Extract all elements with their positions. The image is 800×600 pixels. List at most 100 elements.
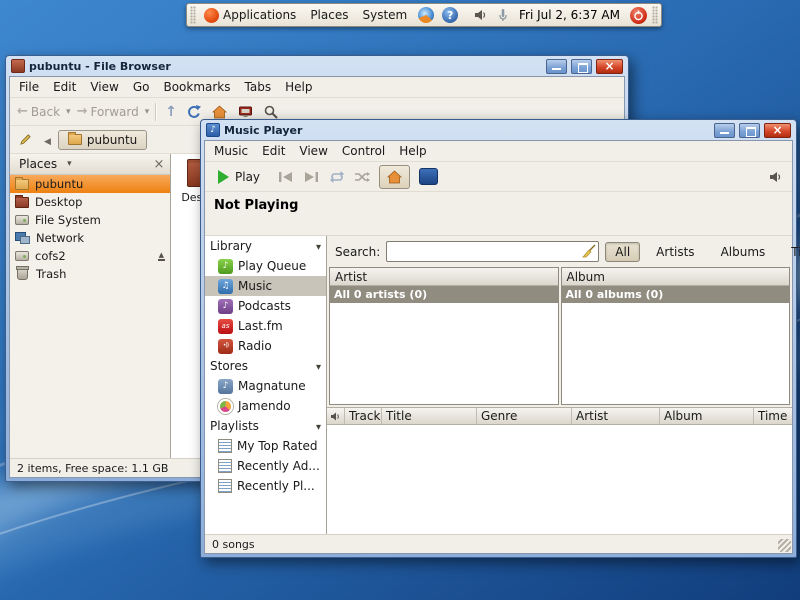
place-file-system[interactable]: File System — [10, 211, 170, 229]
menu-go[interactable]: Go — [126, 78, 157, 96]
up-button[interactable] — [161, 101, 181, 123]
playlist-my-top-rated[interactable]: My Top Rated — [205, 436, 326, 456]
eject-icon[interactable] — [157, 252, 165, 261]
menu-edit[interactable]: Edit — [255, 142, 292, 160]
speaker-icon — [331, 412, 339, 420]
source-magnatune[interactable]: Magnatune — [205, 376, 326, 396]
menu-tabs[interactable]: Tabs — [238, 78, 279, 96]
sidebar-view-label: Places — [19, 157, 58, 171]
forward-history-dropdown[interactable] — [144, 104, 151, 120]
music-player-titlebar[interactable]: Music Player — [204, 120, 793, 140]
source-jamendo[interactable]: Jamendo — [205, 396, 326, 416]
file-browser-titlebar[interactable]: pubuntu - File Browser — [9, 56, 625, 76]
auto-playlist-icon — [218, 479, 232, 493]
applications-menu[interactable]: Applications — [198, 6, 302, 25]
home-icon — [211, 104, 228, 118]
edit-location-button[interactable] — [14, 129, 37, 150]
places-menu[interactable]: Places — [304, 6, 354, 24]
back-history-dropdown[interactable] — [65, 104, 72, 120]
collapse-caret-icon — [316, 419, 321, 433]
ubuntu-logo-icon — [204, 7, 219, 23]
stores-group[interactable]: Stores — [205, 356, 326, 376]
artist-all-row[interactable]: All 0 artists (0) — [330, 286, 558, 303]
desktop[interactable]: Applications Places System Fri Jul 2, 6:… — [0, 0, 800, 600]
menu-file[interactable]: File — [12, 78, 46, 96]
clear-search-button[interactable] — [582, 244, 596, 258]
track-column-header[interactable]: Track — [345, 408, 382, 424]
playlist-recently-added[interactable]: Recently Ad... — [205, 456, 326, 476]
panel-drag-handle-right[interactable] — [652, 6, 658, 24]
time-column-header[interactable]: Time — [754, 408, 792, 424]
clock[interactable]: Fri Jul 2, 6:37 AM — [514, 8, 625, 22]
playlist-recently-played[interactable]: Recently Pl... — [205, 476, 326, 496]
maximize-button[interactable] — [571, 58, 592, 74]
source-lastfm[interactable]: Last.fm — [205, 316, 326, 336]
artist-column-header[interactable]: Artist — [330, 268, 558, 286]
playing-column-header[interactable] — [327, 408, 345, 424]
back-button[interactable]: Back — [13, 101, 64, 122]
close-button[interactable] — [596, 58, 623, 74]
forward-button[interactable]: Forward — [73, 101, 143, 122]
maximize-button[interactable] — [739, 122, 760, 138]
source-radio[interactable]: Radio — [205, 336, 326, 356]
system-menu[interactable]: System — [356, 6, 413, 24]
album-column-header[interactable]: Album — [561, 268, 789, 286]
artist-list[interactable] — [330, 303, 558, 404]
menu-music[interactable]: Music — [207, 142, 255, 160]
album-list[interactable] — [562, 303, 790, 404]
source-music[interactable]: Music — [205, 276, 326, 296]
place-pubuntu[interactable]: pubuntu — [10, 175, 170, 193]
menu-edit[interactable]: Edit — [46, 78, 83, 96]
source-play-queue[interactable]: Play Queue — [205, 256, 326, 276]
place-trash[interactable]: Trash — [10, 265, 170, 283]
place-network[interactable]: Network — [10, 229, 170, 247]
menu-help[interactable]: Help — [278, 78, 319, 96]
album-column-header[interactable]: Album — [660, 408, 754, 424]
menu-view[interactable]: View — [83, 78, 125, 96]
music-player-toolbar: Play — [205, 162, 792, 192]
search-input[interactable] — [386, 241, 600, 262]
minimize-button[interactable] — [546, 58, 567, 74]
source-podcasts[interactable]: Podcasts — [205, 296, 326, 316]
place-desktop[interactable]: Desktop — [10, 193, 170, 211]
track-list[interactable] — [327, 425, 792, 534]
resize-grip[interactable] — [778, 539, 791, 552]
firefox-launcher[interactable] — [415, 5, 437, 25]
menu-view[interactable]: View — [292, 142, 334, 160]
album-all-row[interactable]: All 0 albums (0) — [561, 286, 789, 303]
scroll-path-left-button[interactable] — [40, 130, 55, 150]
help-launcher[interactable] — [439, 5, 461, 25]
play-button[interactable]: Play — [210, 167, 268, 187]
browse-button[interactable] — [379, 164, 411, 189]
filter-artists-button[interactable]: Artists — [646, 242, 704, 262]
repeat-icon[interactable] — [329, 169, 345, 185]
next-icon[interactable] — [303, 170, 320, 184]
library-group[interactable]: Library — [205, 236, 326, 256]
filter-titles-button[interactable]: Titles — [781, 242, 800, 262]
visualization-button[interactable] — [419, 168, 439, 185]
panel-drag-handle[interactable] — [190, 6, 196, 24]
genre-column-header[interactable]: Genre — [477, 408, 572, 424]
previous-icon[interactable] — [277, 170, 294, 184]
place-cofs2[interactable]: cofs2 — [10, 247, 170, 265]
volume-applet[interactable] — [470, 5, 492, 25]
sidebar-close-button[interactable] — [151, 157, 167, 172]
menu-help[interactable]: Help — [392, 142, 433, 160]
sidebar-view-selector[interactable]: Places — [13, 156, 78, 172]
tray-applet[interactable] — [494, 6, 512, 24]
menu-control[interactable]: Control — [335, 142, 392, 160]
title-column-header[interactable]: Title — [382, 408, 477, 424]
playlists-group[interactable]: Playlists — [205, 416, 326, 436]
shuffle-icon[interactable] — [354, 169, 371, 185]
podcast-icon — [218, 298, 233, 314]
artist-column-header[interactable]: Artist — [572, 408, 660, 424]
filter-albums-button[interactable]: Albums — [711, 242, 776, 262]
shutdown-button[interactable] — [630, 6, 647, 24]
minimize-button[interactable] — [714, 122, 735, 138]
path-button-pubuntu[interactable]: pubuntu — [57, 129, 148, 150]
menu-bookmarks[interactable]: Bookmarks — [156, 78, 237, 96]
volume-control[interactable] — [768, 169, 787, 185]
close-button[interactable] — [764, 122, 791, 138]
track-list-header: Track Title Genre Artist Album Time — [327, 407, 792, 425]
filter-all-button[interactable]: All — [605, 241, 641, 262]
